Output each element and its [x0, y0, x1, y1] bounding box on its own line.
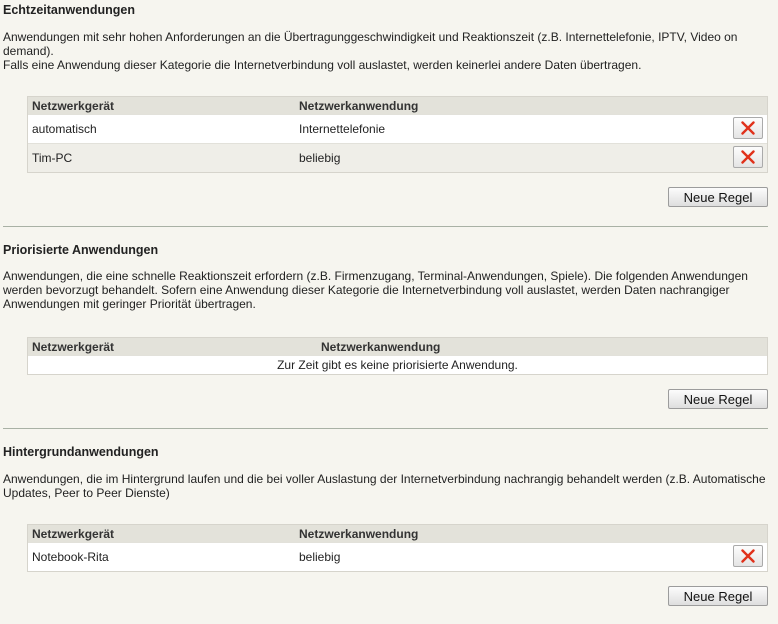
cell-device: Tim-PC [32, 151, 73, 165]
table-header: Netzwerkgerät Netzwerkanwendung [28, 525, 767, 542]
delete-rule-button[interactable] [733, 545, 763, 567]
column-header-app: Netzwerkanwendung [321, 340, 441, 354]
column-header-app: Netzwerkanwendung [299, 527, 419, 541]
table-header: Netzwerkgerät Netzwerkanwendung [28, 97, 767, 114]
table-row: Notebook-Rita beliebig [28, 542, 767, 571]
section-title-priorisiert: Priorisierte Anwendungen [3, 243, 159, 257]
section-desc-priorisiert: Anwendungen, die eine schnelle Reaktions… [3, 269, 768, 311]
rules-table-hintergrund: Netzwerkgerät Netzwerkanwendung Notebook… [27, 524, 768, 572]
rules-table-priorisiert: Netzwerkgerät Netzwerkanwendung Zur Zeit… [27, 337, 768, 375]
delete-x-icon [741, 549, 755, 563]
empty-text: Zur Zeit gibt es keine priorisierte Anwe… [277, 358, 518, 372]
section-title-echtzeit: Echtzeitanwendungen [3, 3, 135, 17]
section-desc-hintergrund: Anwendungen, die im Hintergrund laufen u… [3, 472, 768, 500]
desc-line: Anwendungen, die im Hintergrund laufen u… [3, 472, 766, 500]
column-header-device: Netzwerkgerät [32, 99, 115, 113]
desc-line: Falls eine Anwendung dieser Kategorie di… [3, 58, 642, 72]
cell-app: beliebig [299, 550, 341, 564]
cell-device: Notebook-Rita [32, 550, 109, 564]
section-desc-echtzeit: Anwendungen mit sehr hohen Anforderungen… [3, 30, 768, 72]
desc-line: Anwendungen, die eine schnelle Reaktions… [3, 269, 748, 311]
new-rule-button-hintergrund[interactable]: Neue Regel [668, 586, 768, 606]
delete-x-icon [741, 150, 755, 164]
cell-app: Internettelefonie [299, 122, 386, 136]
column-header-app: Netzwerkanwendung [299, 99, 419, 113]
column-header-device: Netzwerkgerät [32, 340, 115, 354]
section-divider [3, 226, 768, 227]
qos-settings-page: Echtzeitanwendungen Anwendungen mit sehr… [0, 0, 778, 624]
delete-rule-button[interactable] [733, 146, 763, 168]
column-header-device: Netzwerkgerät [32, 527, 115, 541]
empty-table-message: Zur Zeit gibt es keine priorisierte Anwe… [28, 355, 767, 374]
new-rule-button-priorisiert[interactable]: Neue Regel [668, 389, 768, 409]
section-title-hintergrund: Hintergrundanwendungen [3, 445, 159, 459]
table-row: automatisch Internettelefonie [28, 114, 767, 143]
cell-device: automatisch [32, 122, 97, 136]
rules-table-echtzeit: Netzwerkgerät Netzwerkanwendung automati… [27, 96, 768, 173]
table-row: Tim-PC beliebig [28, 143, 767, 172]
section-divider [3, 428, 768, 429]
new-rule-button-echtzeit[interactable]: Neue Regel [668, 187, 768, 207]
desc-line: Anwendungen mit sehr hohen Anforderungen… [3, 30, 738, 58]
delete-rule-button[interactable] [733, 117, 763, 139]
table-header: Netzwerkgerät Netzwerkanwendung [28, 338, 767, 355]
cell-app: beliebig [299, 151, 341, 165]
delete-x-icon [741, 121, 755, 135]
